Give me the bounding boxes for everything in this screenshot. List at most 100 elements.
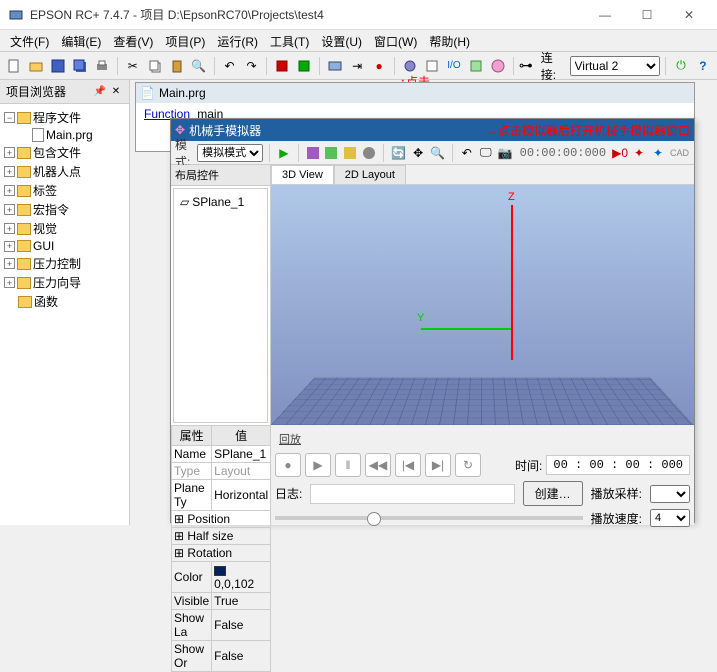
- create-button[interactable]: 创建…: [523, 481, 583, 506]
- mode-select[interactable]: 模拟模式: [197, 144, 263, 162]
- task-icon[interactable]: [466, 55, 486, 77]
- tab-3d[interactable]: 3D View: [271, 165, 334, 184]
- expand-icon[interactable]: +: [4, 277, 15, 288]
- rotate-icon[interactable]: 🔄: [390, 142, 407, 164]
- prop-value[interactable]: False: [212, 641, 271, 672]
- tree-root[interactable]: 程序文件: [33, 109, 81, 126]
- pause-button[interactable]: ‖: [335, 453, 361, 477]
- prop-value[interactable]: Horizontal: [212, 480, 271, 511]
- speed-select[interactable]: 4: [650, 509, 690, 527]
- step-icon[interactable]: ⇥: [347, 55, 367, 77]
- project-icon[interactable]: [272, 55, 292, 77]
- cube-purple-icon[interactable]: [305, 142, 321, 164]
- menu-window[interactable]: 窗口(W): [368, 30, 423, 51]
- prop-value[interactable]: True: [212, 593, 271, 610]
- expand-icon[interactable]: +: [4, 258, 15, 269]
- prev-button[interactable]: |◀: [395, 453, 421, 477]
- expand-icon[interactable]: +: [4, 147, 15, 158]
- prop-row[interactable]: Color: [172, 562, 212, 593]
- layout-list[interactable]: ▱ SPlane_1: [173, 188, 268, 423]
- io-icon[interactable]: I/O: [444, 55, 464, 77]
- breakpoint-icon[interactable]: ●: [369, 55, 389, 77]
- record-icon[interactable]: 📷: [497, 142, 514, 164]
- save-icon[interactable]: [48, 55, 68, 77]
- tree-item[interactable]: 宏指令: [33, 201, 69, 218]
- explorer-pin-icon[interactable]: 📌: [93, 85, 107, 99]
- tree-item[interactable]: 包含文件: [33, 144, 81, 161]
- cad-icon[interactable]: CAD: [669, 142, 690, 164]
- new-icon[interactable]: [4, 55, 24, 77]
- copy-icon[interactable]: [145, 55, 165, 77]
- zoom-icon[interactable]: 🔍: [429, 142, 446, 164]
- tree-main-file[interactable]: Main.prg: [46, 128, 93, 142]
- redo-icon[interactable]: ↷: [242, 55, 262, 77]
- minimize-button[interactable]: —: [585, 1, 625, 29]
- property-grid[interactable]: 属性值 NameSPlane_1 TypeLayout Plane TyHori…: [171, 425, 271, 525]
- layout-item[interactable]: ▱ SPlane_1: [178, 193, 263, 211]
- prop-row[interactable]: Type: [172, 463, 212, 480]
- menu-tools[interactable]: 工具(T): [264, 30, 315, 51]
- menu-project[interactable]: 项目(P): [159, 30, 211, 51]
- menu-settings[interactable]: 设置(U): [315, 30, 368, 51]
- prop-value[interactable]: SPlane_1: [212, 446, 271, 463]
- expand-icon[interactable]: +: [4, 223, 15, 234]
- pan-icon[interactable]: ✥: [410, 142, 426, 164]
- prop-row[interactable]: Name: [172, 446, 212, 463]
- explorer-close-icon[interactable]: ✕: [109, 85, 123, 99]
- loop-button[interactable]: ↻: [455, 453, 481, 477]
- cut-icon[interactable]: ✂: [123, 55, 143, 77]
- tree-item[interactable]: 视觉: [33, 220, 57, 237]
- tree-item[interactable]: 机器人点: [33, 163, 81, 180]
- expand-icon[interactable]: +: [4, 166, 15, 177]
- prop-value[interactable]: False: [212, 610, 271, 641]
- print-icon[interactable]: [92, 55, 112, 77]
- project-tree[interactable]: −程序文件 Main.prg +包含文件 +机器人点 +标签 +宏指令 +视觉 …: [0, 104, 129, 525]
- prop-row[interactable]: Show La: [172, 610, 212, 641]
- expand-icon[interactable]: +: [4, 204, 15, 215]
- rewind-button[interactable]: ◀◀: [365, 453, 391, 477]
- expand-icon[interactable]: +: [4, 241, 15, 252]
- play-button[interactable]: ▶: [305, 453, 331, 477]
- prop-row[interactable]: Show Or: [172, 641, 212, 672]
- menu-file[interactable]: 文件(F): [4, 30, 55, 51]
- simulator-icon[interactable]: [488, 55, 508, 77]
- undo-icon[interactable]: ↶: [220, 55, 240, 77]
- tree-item[interactable]: 压力控制: [33, 255, 81, 272]
- expand-icon[interactable]: +: [4, 185, 15, 196]
- prop-row[interactable]: ⊞ Rotation: [172, 545, 271, 562]
- cylinder-icon[interactable]: [361, 142, 377, 164]
- saveall-icon[interactable]: [70, 55, 90, 77]
- connection-select[interactable]: Virtual 2: [570, 56, 661, 76]
- emergency-icon[interactable]: ⏻: [671, 55, 691, 77]
- axis-blue-icon[interactable]: ✦: [650, 142, 666, 164]
- find-icon[interactable]: 🔍: [189, 55, 209, 77]
- tree-item[interactable]: 函数: [34, 293, 58, 310]
- log-field[interactable]: [310, 484, 514, 504]
- tab-2d[interactable]: 2D Layout: [334, 165, 406, 184]
- prop-value[interactable]: Layout: [212, 463, 271, 480]
- menu-view[interactable]: 查看(V): [107, 30, 159, 51]
- next-button[interactable]: ▶|: [425, 453, 451, 477]
- sample-select[interactable]: [650, 485, 690, 503]
- simulator-titlebar[interactable]: ✥ 机械手模拟器 ←点击模拟器后打开机械手模拟器窗口: [171, 119, 694, 141]
- menu-help[interactable]: 帮助(H): [423, 30, 476, 51]
- cube-yellow-icon[interactable]: [342, 142, 358, 164]
- axis-red-icon[interactable]: ✦: [631, 142, 647, 164]
- screen-icon[interactable]: 🖵: [478, 142, 494, 164]
- menu-run[interactable]: 运行(R): [211, 30, 264, 51]
- tree-item[interactable]: 压力向导: [33, 274, 81, 291]
- prop-row[interactable]: Visible: [172, 593, 212, 610]
- prop-value[interactable]: 0,0,102: [212, 562, 271, 593]
- close-button[interactable]: ✕: [669, 1, 709, 29]
- tree-item[interactable]: GUI: [33, 239, 54, 253]
- simulator-window[interactable]: ✥ 机械手模拟器 ←点击模拟器后打开机械手模拟器窗口 模式: 模拟模式 ▶ 🔄 …: [170, 118, 695, 523]
- play-icon[interactable]: ▶: [276, 142, 292, 164]
- expand-icon[interactable]: −: [4, 112, 15, 123]
- viewport-3d[interactable]: [271, 185, 694, 425]
- paste-icon[interactable]: [167, 55, 187, 77]
- maximize-button[interactable]: ☐: [627, 1, 667, 29]
- prop-row[interactable]: ⊞ Half size: [172, 528, 271, 545]
- open-icon[interactable]: [26, 55, 46, 77]
- status-icon[interactable]: [294, 55, 314, 77]
- menu-edit[interactable]: 编辑(E): [55, 30, 107, 51]
